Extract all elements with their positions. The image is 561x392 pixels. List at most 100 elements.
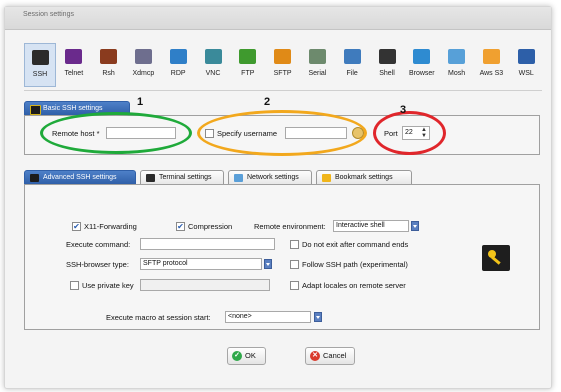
cancel-icon: ✕ [310, 351, 320, 361]
browser-icon [413, 49, 431, 64]
key-icon [482, 245, 510, 271]
rdp-icon [169, 49, 187, 64]
protocol-label: SSH [32, 71, 48, 78]
use-private-key-checkbox[interactable] [70, 281, 79, 290]
tab-label: Network settings [247, 174, 299, 181]
ssh-browser-type-dropdown-icon[interactable] [264, 259, 272, 269]
shell-icon [378, 49, 396, 64]
compression-label: Compression [188, 222, 233, 231]
title-bar: Session settings [5, 7, 551, 30]
protocol-sftp-button[interactable]: SFTP [268, 43, 298, 85]
cancel-button[interactable]: ✕ Cancel [305, 347, 355, 365]
protocol-ftp-button[interactable]: FTP [233, 43, 263, 85]
protocol-label: Mosh [448, 70, 466, 77]
star-icon [322, 174, 331, 182]
aws-s3-icon [482, 49, 500, 64]
tab-label: Bookmark settings [335, 174, 393, 181]
sftp-icon [274, 49, 292, 64]
window-title: Session settings [23, 11, 74, 18]
xdmcp-icon [134, 49, 152, 64]
ssh-icon [31, 50, 49, 65]
network-icon [234, 174, 243, 182]
terminal-icon [146, 174, 155, 182]
compression-checkbox[interactable]: ✔ [176, 222, 185, 231]
annotation-ring-green [40, 112, 192, 154]
annotation-number-3: 3 [400, 104, 407, 116]
no-exit-checkbox[interactable] [290, 240, 299, 249]
x11-forwarding-checkbox[interactable]: ✔ [72, 222, 81, 231]
tab-label: Advanced SSH settings [43, 174, 117, 181]
protocol-label: File [346, 70, 358, 77]
private-key-input[interactable] [140, 279, 270, 291]
remote-environment-label: Remote environment: [254, 222, 326, 231]
execute-command-label: Execute command: [66, 240, 131, 249]
protocol-label: Aws S3 [479, 70, 504, 77]
ssh-browser-type-select[interactable]: SFTP protocol [140, 258, 262, 270]
checkmark-icon: ✓ [232, 351, 242, 361]
protocol-serial-button[interactable]: Serial [302, 43, 332, 85]
ok-button[interactable]: ✓ OK [227, 347, 266, 365]
annotation-ring-orange [197, 110, 367, 156]
rsh-icon [100, 49, 118, 64]
protocol-rdp-button[interactable]: RDP [163, 43, 193, 85]
protocol-label: Telnet [64, 70, 84, 77]
protocol-label: Serial [308, 70, 327, 77]
tab-bookmark-settings[interactable]: Bookmark settings [316, 170, 412, 184]
protocol-browser-button[interactable]: Browser [407, 43, 437, 85]
protocol-telnet-button[interactable]: Telnet [59, 43, 89, 85]
protocol-wsl-button[interactable]: WSL [511, 43, 541, 85]
serial-icon [308, 49, 326, 64]
protocol-shell-button[interactable]: Shell [372, 43, 402, 85]
remote-environment-dropdown-icon[interactable] [411, 221, 419, 231]
protocol-rsh-button[interactable]: Rsh [94, 43, 124, 85]
protocol-label: SFTP [273, 70, 292, 77]
follow-ssh-path-checkbox[interactable] [290, 260, 299, 269]
annotation-number-1: 1 [137, 96, 144, 108]
tab-terminal-settings[interactable]: Terminal settings [140, 170, 224, 184]
execute-macro-dropdown-icon[interactable] [314, 312, 322, 322]
telnet-icon [65, 49, 83, 64]
protocol-ssh-button[interactable]: SSH [24, 43, 56, 87]
ftp-icon [239, 49, 257, 64]
mosh-icon [448, 49, 466, 64]
remote-environment-select[interactable]: Interactive shell [333, 220, 409, 232]
protocol-mosh-button[interactable]: Mosh [442, 43, 472, 85]
cancel-button-label: Cancel [323, 351, 347, 360]
tab-network-settings[interactable]: Network settings [228, 170, 312, 184]
file-icon [343, 49, 361, 64]
protocol-label: Browser [408, 70, 435, 77]
advanced-ssh-panel [24, 184, 540, 330]
protocol-xdmcp-button[interactable]: Xdmcp [128, 43, 158, 85]
protocol-label: Xdmcp [132, 70, 155, 77]
adapt-locales-label: Adapt locales on remote server [302, 281, 406, 290]
execute-macro-select[interactable]: <none> [225, 311, 311, 323]
follow-ssh-path-label: Follow SSH path (experimental) [302, 260, 408, 269]
toolbar-divider [24, 90, 542, 91]
tab-advanced-ssh-settings[interactable]: Advanced SSH settings [24, 170, 136, 184]
ssh-settings-icon [30, 174, 39, 182]
adapt-locales-checkbox[interactable] [290, 281, 299, 290]
ssh-browser-type-label: SSH-browser type: [66, 260, 129, 269]
protocol-label: VNC [205, 70, 221, 77]
protocol-label: Rsh [102, 70, 115, 77]
protocol-label: FTP [241, 70, 255, 77]
annotation-ring-red [373, 111, 446, 155]
x11-forwarding-label: X11-Forwarding [84, 222, 137, 231]
tab-label: Terminal settings [159, 174, 212, 181]
tab-basic-ssh-label: Basic SSH settings [43, 105, 103, 112]
protocol-vnc-button[interactable]: VNC [198, 43, 228, 85]
wsl-icon [517, 49, 535, 64]
no-exit-label: Do not exit after command ends [302, 240, 409, 249]
protocol-label: Shell [379, 70, 395, 77]
protocol-file-button[interactable]: File [337, 43, 367, 85]
ok-button-label: OK [245, 351, 256, 360]
execute-command-input[interactable] [140, 238, 275, 250]
use-private-key-label: Use private key [82, 281, 134, 290]
protocol-aws-s3-button[interactable]: Aws S3 [476, 43, 506, 85]
annotation-number-2: 2 [264, 96, 271, 108]
execute-macro-label: Execute macro at session start: [106, 313, 211, 322]
protocol-label: RDP [170, 70, 186, 77]
ssh-icon [30, 105, 41, 115]
protocol-label: WSL [518, 70, 534, 77]
vnc-icon [204, 49, 222, 64]
